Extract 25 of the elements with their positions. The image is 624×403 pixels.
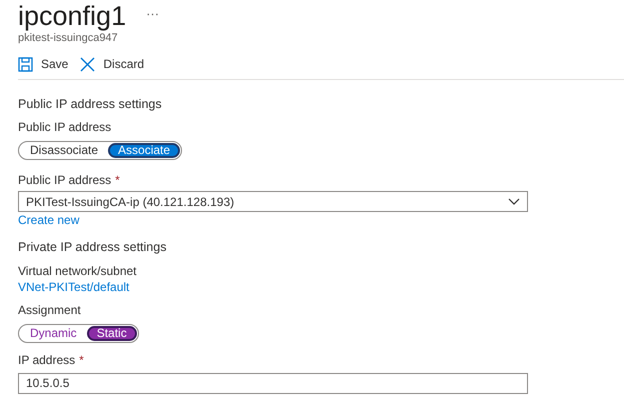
toggle-option[interactable]: Static bbox=[86, 326, 137, 341]
save-button[interactable]: Save bbox=[18, 55, 68, 73]
field-label: IP address bbox=[18, 353, 76, 368]
toggle-option[interactable]: Associate bbox=[108, 143, 180, 158]
more-button[interactable]: ··· bbox=[146, 4, 160, 23]
create-new-link[interactable]: Create new bbox=[18, 213, 80, 228]
close-icon bbox=[80, 56, 96, 72]
required-asterisk: * bbox=[115, 173, 120, 188]
field-label: Public IP address bbox=[18, 120, 112, 135]
dropdown[interactable]: PKITest-IssuingCA-ip (40.121.128.193) bbox=[18, 191, 528, 212]
discard-button[interactable]: Discard bbox=[80, 55, 144, 73]
field-label: Public IP address bbox=[18, 173, 112, 188]
section-heading: Public IP address settings bbox=[18, 97, 162, 112]
toggle-option[interactable]: Dynamic bbox=[20, 326, 87, 341]
field-label: Assignment bbox=[18, 303, 81, 318]
required-asterisk: * bbox=[79, 353, 84, 368]
ip-address-field[interactable]: 10.5.0.5 bbox=[18, 372, 528, 394]
page-subtitle: pkitest-issuingca947 bbox=[17, 32, 118, 45]
page-title: ipconfig1 bbox=[18, 1, 126, 31]
field-label: Virtual network/subnet bbox=[18, 264, 137, 279]
section-heading: Private IP address settings bbox=[18, 240, 166, 255]
chevron-down-icon bbox=[508, 198, 520, 206]
toggle-option[interactable]: Disassociate bbox=[20, 143, 108, 158]
save-icon bbox=[18, 56, 33, 72]
subnet-link[interactable]: VNet-PKITest/default bbox=[18, 280, 130, 295]
